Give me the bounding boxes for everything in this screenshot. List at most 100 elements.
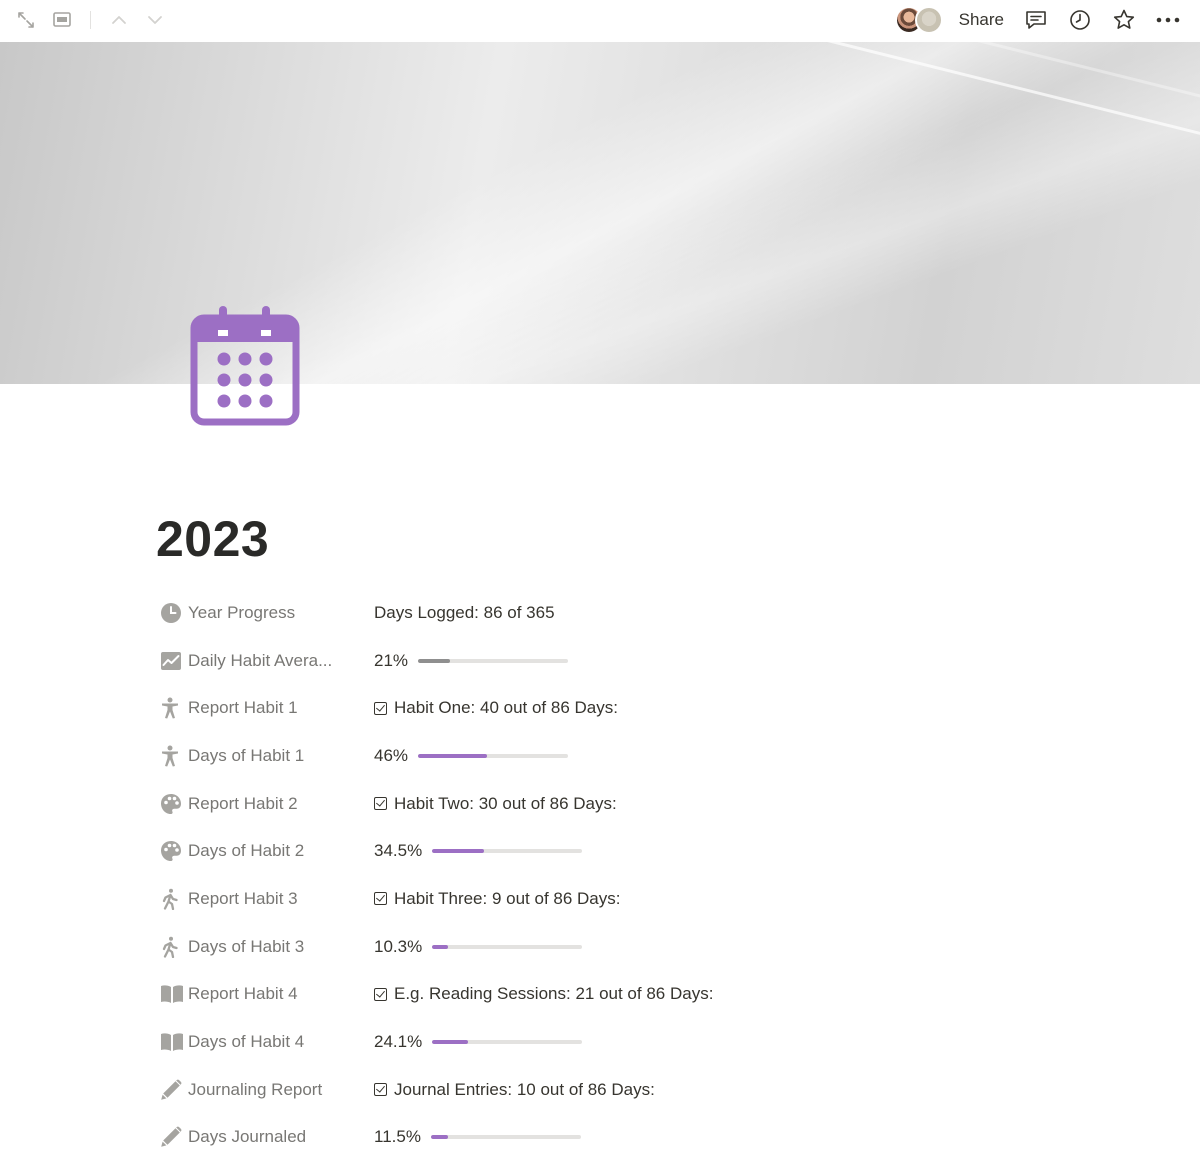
- property-value-text: 21%: [374, 650, 409, 670]
- chevron-up-icon[interactable]: [107, 8, 131, 32]
- property-label: Report Habit 4: [188, 984, 298, 1004]
- property-label: Days of Habit 1: [188, 745, 305, 765]
- cover-streak: [730, 42, 1200, 150]
- property-label: Report Habit 1: [188, 698, 298, 718]
- progress-bar: [432, 944, 583, 949]
- property-row: Days Journaled 11.5%: [156, 1114, 856, 1162]
- property-value[interactable]: 21%: [374, 637, 569, 685]
- property-label: Days of Habit 2: [188, 841, 305, 861]
- progress-bar: [418, 753, 569, 758]
- property-value[interactable]: 11.5%: [374, 1114, 581, 1162]
- property-label: Report Habit 2: [188, 793, 298, 813]
- share-button[interactable]: Share: [949, 10, 1014, 30]
- checkbox-icon: [374, 1083, 387, 1097]
- property-value-text: 11.5%: [374, 1127, 421, 1147]
- property-row: Report Habit 2 Habit Two: 30 out of 86 Da…: [156, 780, 856, 828]
- property-value-text: 24.1%: [374, 1032, 423, 1052]
- property-value-text: Habit One: 40 out of 86 Days:: [394, 698, 618, 718]
- avatar[interactable]: [914, 6, 943, 34]
- property-value-text: 46%: [374, 745, 409, 765]
- toolbar-divider: [90, 11, 91, 29]
- property-value[interactable]: Habit One: 40 out of 86 Days:: [374, 684, 618, 732]
- property-name[interactable]: Days of Habit 4: [156, 1018, 356, 1066]
- checkbox-icon: [374, 797, 387, 811]
- property-value[interactable]: 10.3%: [374, 923, 583, 971]
- property-value-text: Journal Entries: 10 out of 86 Days:: [394, 1079, 655, 1099]
- pencil-icon: [156, 1078, 188, 1102]
- progress-bar-fill: [430, 1135, 449, 1140]
- property-row: Report Habit 4 E.g. Reading Sessions: 21 …: [156, 971, 856, 1019]
- property-label: Days of Habit 3: [188, 936, 305, 956]
- property-value-text: Days Logged: 86 of 365: [374, 602, 555, 622]
- property-name[interactable]: Days Journaled: [156, 1114, 356, 1162]
- chart-icon: [156, 649, 188, 673]
- sidebar-panel-icon[interactable]: [50, 8, 74, 32]
- collaborator-avatars[interactable]: [894, 6, 943, 34]
- property-name[interactable]: Report Habit 2: [156, 780, 356, 828]
- property-label: Daily Habit Avera...: [188, 650, 333, 670]
- property-label: Journaling Report: [188, 1079, 323, 1099]
- property-name[interactable]: Days of Habit 3: [156, 923, 356, 971]
- property-row: Days of Habit 1 46%: [156, 732, 856, 780]
- progress-bar: [432, 849, 583, 854]
- star-icon[interactable]: [1102, 3, 1146, 37]
- property-row: Days of Habit 2 34.5%: [156, 827, 856, 875]
- property-value[interactable]: Habit Three: 9 out of 86 Days:: [374, 875, 620, 923]
- property-name[interactable]: Days of Habit 2: [156, 827, 356, 875]
- property-name[interactable]: Journaling Report: [156, 1066, 356, 1114]
- property-value[interactable]: 34.5%: [374, 827, 583, 875]
- property-row: Report Habit 1 Habit One: 40 out of 86 Da…: [156, 684, 856, 732]
- clock-icon[interactable]: [1058, 3, 1102, 37]
- property-row: Year Progress Days Logged: 86 of 365: [156, 589, 856, 637]
- property-label: Days Journaled: [188, 1127, 307, 1147]
- progress-bar-fill: [418, 753, 488, 758]
- progress-bar: [418, 658, 569, 663]
- pencil-icon: [156, 1125, 188, 1149]
- walking-icon: [156, 887, 188, 911]
- property-label: Report Habit 3: [188, 888, 298, 908]
- property-value[interactable]: Days Logged: 86 of 365: [374, 589, 555, 637]
- property-name[interactable]: Report Habit 1: [156, 684, 356, 732]
- property-name[interactable]: Year Progress: [156, 589, 356, 637]
- checkbox-icon: [374, 892, 387, 906]
- clock-icon: [156, 601, 188, 625]
- palette-icon: [156, 792, 188, 816]
- property-label: Days of Habit 4: [188, 1032, 305, 1052]
- checkbox-icon: [374, 701, 387, 715]
- property-row: Report Habit 3 Habit Three: 9 out of 86 D…: [156, 875, 856, 923]
- property-value-text: 34.5%: [374, 841, 423, 861]
- top-bar: Share: [0, 0, 1200, 42]
- property-name[interactable]: Report Habit 4: [156, 971, 356, 1019]
- calendar-icon[interactable]: [186, 300, 304, 430]
- progress-bar-fill: [432, 944, 448, 949]
- page-title[interactable]: 2023: [156, 510, 269, 568]
- property-value-text: E.g. Reading Sessions: 21 out of 86 Days…: [394, 984, 714, 1004]
- property-value-text: Habit Two: 30 out of 86 Days:: [394, 793, 617, 813]
- property-value[interactable]: 24.1%: [374, 1018, 583, 1066]
- property-name[interactable]: Report Habit 3: [156, 875, 356, 923]
- progress-bar-fill: [432, 1040, 469, 1045]
- top-bar-left: [14, 8, 167, 32]
- comment-icon[interactable]: [1014, 3, 1058, 37]
- more-icon[interactable]: [1146, 3, 1190, 37]
- top-bar-right: Share: [894, 3, 1190, 37]
- property-row: Journaling Report Journal Entries: 10 out…: [156, 1066, 856, 1114]
- page-properties: Year Progress Days Logged: 86 of 365 Daily…: [156, 589, 856, 1161]
- chevron-down-icon[interactable]: [143, 8, 167, 32]
- property-name[interactable]: Daily Habit Avera...: [156, 637, 356, 685]
- property-value-text: 10.3%: [374, 936, 423, 956]
- palette-icon: [156, 839, 188, 863]
- property-value[interactable]: 46%: [374, 732, 569, 780]
- expand-icon[interactable]: [14, 8, 38, 32]
- accessibility-icon: [156, 744, 188, 768]
- cover-image[interactable]: [0, 42, 1200, 384]
- book-icon: [156, 1030, 188, 1054]
- property-row: Days of Habit 3 10.3%: [156, 923, 856, 971]
- property-name[interactable]: Days of Habit 1: [156, 732, 356, 780]
- property-value[interactable]: E.g. Reading Sessions: 21 out of 86 Days…: [374, 971, 713, 1019]
- property-value[interactable]: Habit Two: 30 out of 86 Days:: [374, 780, 617, 828]
- property-row: Daily Habit Avera... 21%: [156, 637, 856, 685]
- property-value-text: Habit Three: 9 out of 86 Days:: [394, 888, 621, 908]
- property-value[interactable]: Journal Entries: 10 out of 86 Days:: [374, 1066, 655, 1114]
- property-label: Year Progress: [188, 602, 296, 622]
